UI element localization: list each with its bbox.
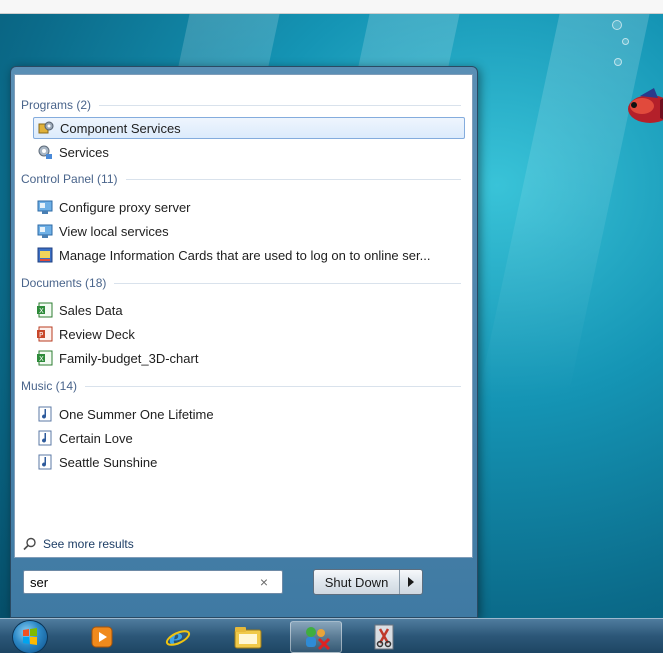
result-label: One Summer One Lifetime xyxy=(59,406,214,422)
network-people-icon xyxy=(306,627,331,651)
result-seattle-sunshine[interactable]: Seattle Sunshine xyxy=(33,451,465,473)
result-label: Family-budget_3D-chart xyxy=(59,350,199,366)
snipping-tool-icon xyxy=(374,624,394,650)
divider xyxy=(125,178,461,180)
powerpoint-document-icon: P xyxy=(37,326,53,342)
media-player-button[interactable] xyxy=(76,621,128,653)
result-label: Seattle Sunshine xyxy=(59,454,158,470)
bubble xyxy=(612,20,622,30)
light-ray xyxy=(477,0,653,400)
svg-text:e: e xyxy=(169,625,183,651)
bubble xyxy=(614,58,622,66)
windows-start-orb-icon[interactable] xyxy=(12,620,48,653)
result-label: Review Deck xyxy=(59,326,135,342)
divider xyxy=(85,385,461,387)
search-box: × xyxy=(23,570,283,594)
windows-logo-icon xyxy=(23,628,37,645)
control-panel-icon xyxy=(37,200,53,214)
network-people-button[interactable] xyxy=(290,621,342,653)
result-one-summer[interactable]: One Summer One Lifetime xyxy=(33,403,465,425)
result-component-services[interactable]: Component Services xyxy=(33,117,465,139)
shutdown-button[interactable]: Shut Down xyxy=(314,570,400,594)
result-label: Manage Information Cards that are used t… xyxy=(59,247,431,263)
group-header-control-panel: Control Panel (11) xyxy=(21,171,461,187)
component-services-icon xyxy=(38,121,54,134)
excel-document-icon: X xyxy=(37,350,53,366)
music-file-icon xyxy=(38,454,52,470)
svg-text:X: X xyxy=(39,355,44,363)
clear-search-icon[interactable]: × xyxy=(254,574,274,590)
group-header-label: Control Panel (11) xyxy=(21,172,118,186)
file-explorer-icon xyxy=(234,627,262,649)
result-view-local-services[interactable]: View local services xyxy=(33,220,465,242)
search-icon xyxy=(23,537,36,551)
betta-fish-icon xyxy=(628,88,663,123)
result-label: Certain Love xyxy=(59,430,133,446)
result-configure-proxy[interactable]: Configure proxy server xyxy=(33,196,465,218)
taskbar: e xyxy=(0,618,663,653)
svg-text:X: X xyxy=(39,307,44,315)
result-manage-information-cards[interactable]: Manage Information Cards that are used t… xyxy=(33,244,465,266)
snipping-tool-button[interactable] xyxy=(358,621,410,653)
bubble xyxy=(622,38,629,45)
services-gear-icon xyxy=(38,145,52,159)
group-header-label: Music (14) xyxy=(21,379,78,393)
see-more-results-link[interactable]: See more results xyxy=(23,535,134,553)
group-header-programs: Programs (2) xyxy=(21,97,461,113)
group-header-label: Programs (2) xyxy=(21,98,92,112)
information-cards-icon xyxy=(37,247,53,263)
shutdown-split-button: Shut Down xyxy=(313,569,423,595)
group-header-label: Documents (18) xyxy=(21,276,107,290)
group-header-documents: Documents (18) xyxy=(21,275,461,291)
svg-text:P: P xyxy=(39,331,43,339)
see-more-label: See more results xyxy=(43,537,134,551)
result-label: Component Services xyxy=(60,120,181,136)
result-sales-data[interactable]: X Sales Data xyxy=(33,299,465,321)
control-panel-icon xyxy=(37,224,53,238)
media-player-icon xyxy=(91,626,113,648)
result-label: Sales Data xyxy=(59,302,123,318)
search-input[interactable] xyxy=(24,572,254,592)
shutdown-options-arrow-icon[interactable] xyxy=(400,570,422,594)
search-results-pane: Programs (2) Component Services Services… xyxy=(14,74,473,558)
result-services[interactable]: Services xyxy=(33,141,465,163)
internet-explorer-icon: e xyxy=(165,625,191,651)
group-header-music: Music (14) xyxy=(21,378,461,394)
music-file-icon xyxy=(38,406,52,422)
excel-document-icon: X xyxy=(37,302,53,318)
window-edge xyxy=(0,0,663,14)
music-file-icon xyxy=(38,430,52,446)
result-certain-love[interactable]: Certain Love xyxy=(33,427,465,449)
internet-explorer-button[interactable]: e xyxy=(152,621,204,653)
file-explorer-button[interactable] xyxy=(222,621,274,653)
divider xyxy=(99,104,461,106)
divider xyxy=(114,282,461,284)
result-label: Configure proxy server xyxy=(59,199,191,215)
result-label: Services xyxy=(59,144,109,160)
result-label: View local services xyxy=(59,223,169,239)
result-review-deck[interactable]: P Review Deck xyxy=(33,323,465,345)
play-arrow-icon xyxy=(408,577,414,587)
result-family-budget[interactable]: X Family-budget_3D-chart xyxy=(33,347,465,369)
start-menu: Programs (2) Component Services Services… xyxy=(10,66,478,618)
